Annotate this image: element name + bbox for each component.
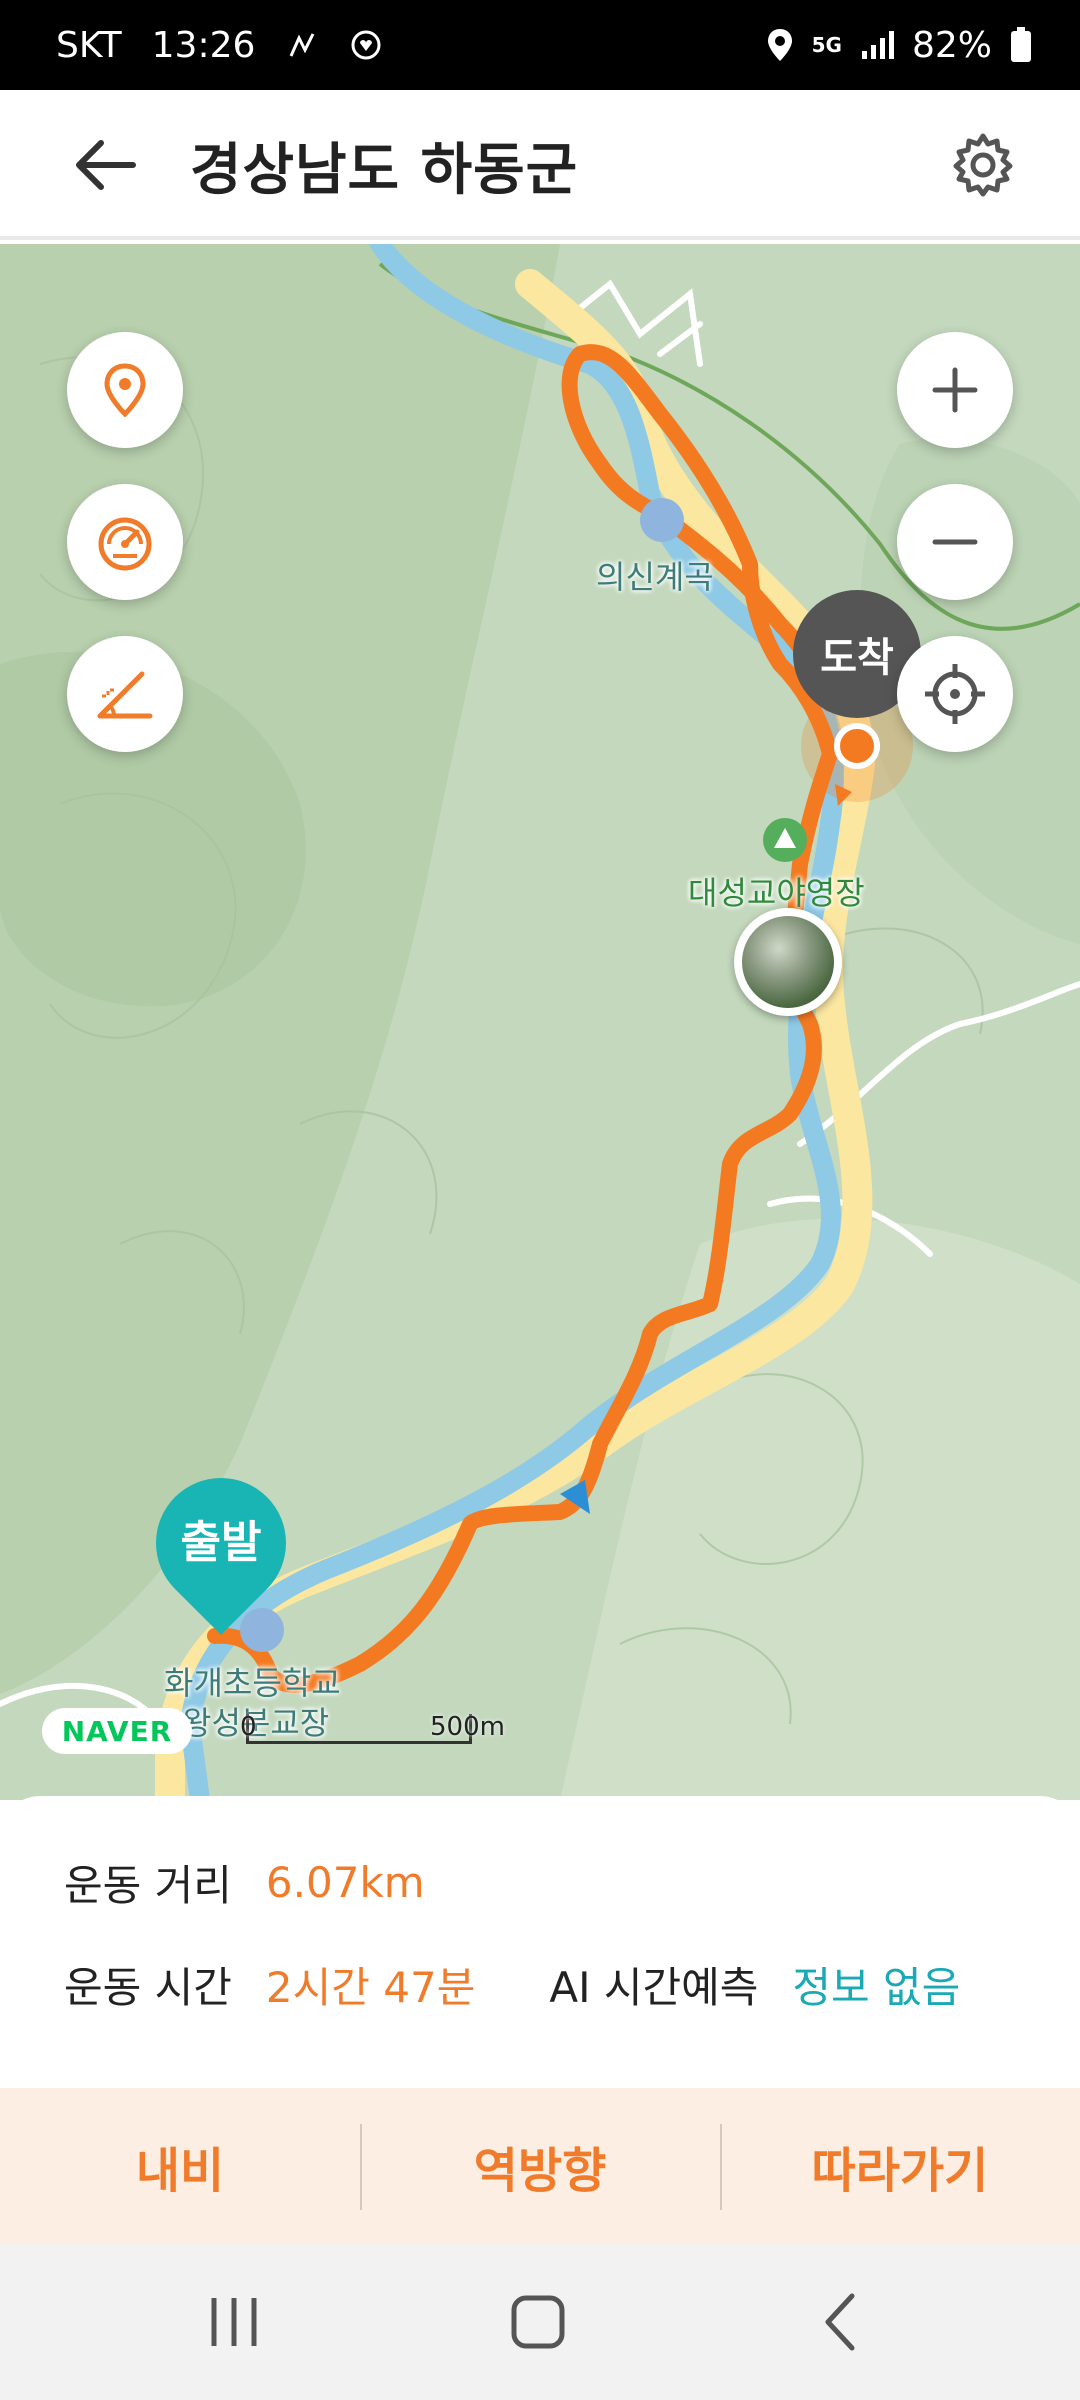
valley-label: 의신계곡 — [596, 558, 714, 596]
speedometer-icon — [98, 517, 152, 571]
elevation-profile-icon — [97, 671, 153, 719]
recent-apps-icon — [211, 2298, 257, 2346]
system-nav-bar — [0, 2244, 1080, 2400]
time-row: 운동 시간 2시간 47분 AI 시간예측 정보 없음 — [64, 1954, 960, 2015]
follow-button[interactable]: 따라가기 — [720, 2088, 1080, 2244]
recent-apps-button[interactable] — [174, 2282, 294, 2362]
arrow-left-icon — [76, 140, 136, 190]
ai-prediction-label: AI 시간예측 — [549, 1963, 759, 2012]
zoom-in-icon — [932, 367, 978, 413]
location-pin-icon — [104, 363, 146, 418]
ai-prediction-value: 정보 없음 — [792, 1963, 961, 2012]
signal-icon — [860, 29, 894, 61]
network-5g-icon: 5G — [811, 33, 842, 57]
photo-marker[interactable] — [734, 908, 842, 1016]
scale-zero-label: 0 — [240, 1712, 257, 1742]
zoom-out-button[interactable] — [897, 484, 1013, 600]
location-icon — [766, 27, 794, 63]
departure-label: 출발 — [180, 1517, 262, 1568]
settings-button[interactable] — [938, 120, 1028, 210]
home-button[interactable] — [478, 2282, 598, 2362]
photo-thumbnail — [742, 916, 834, 1008]
back-icon — [825, 2293, 855, 2351]
nav-back-button[interactable] — [780, 2282, 900, 2362]
map-view[interactable]: 의신계곡 대성교야영장 화개초등학교 왕성분교장 도착 출발 NAVER 0 5… — [0, 244, 1080, 1800]
app-header: 경상남도 하동군 — [0, 90, 1080, 240]
elevation-profile-button[interactable] — [67, 636, 183, 752]
gear-icon — [953, 133, 1013, 197]
naver-logo: NAVER — [42, 1708, 192, 1754]
navi-button[interactable]: 내비 — [0, 2088, 360, 2244]
heart-rate-icon — [349, 28, 383, 62]
distance-row: 운동 거리 6.07km — [64, 1852, 425, 1913]
carrier-label: SKT — [56, 24, 122, 66]
time-label: 운동 시간 — [64, 1963, 232, 2012]
time-value: 2시간 47분 — [265, 1963, 476, 2012]
home-icon — [511, 2295, 565, 2349]
crosshair-icon — [925, 664, 985, 724]
battery-percent: 82% — [911, 24, 992, 66]
activity-icon — [285, 28, 319, 62]
zoom-out-icon — [932, 539, 978, 545]
scale-label: 500m — [430, 1712, 505, 1742]
battery-icon — [1010, 27, 1032, 63]
clock: 13:26 — [151, 24, 256, 66]
zoom-in-button[interactable] — [897, 332, 1013, 448]
location-pin-button[interactable] — [67, 332, 183, 448]
distance-value: 6.07km — [265, 1858, 425, 1907]
speedometer-button[interactable] — [67, 484, 183, 600]
back-button[interactable] — [60, 120, 150, 210]
info-panel: 운동 거리 6.07km 운동 시간 2시간 47분 AI 시간예측 정보 없음 — [0, 1796, 1080, 2088]
action-bar: 내비 역방향 따라가기 — [0, 2088, 1080, 2244]
my-location-button[interactable] — [897, 636, 1013, 752]
page-title: 경상남도 하동군 — [190, 137, 579, 203]
status-bar: SKT 13:26 5G 82% — [0, 0, 1080, 90]
distance-label: 운동 거리 — [64, 1861, 232, 1910]
reverse-button[interactable]: 역방향 — [360, 2088, 720, 2244]
campsite-label: 대성교야영장 — [688, 874, 865, 912]
